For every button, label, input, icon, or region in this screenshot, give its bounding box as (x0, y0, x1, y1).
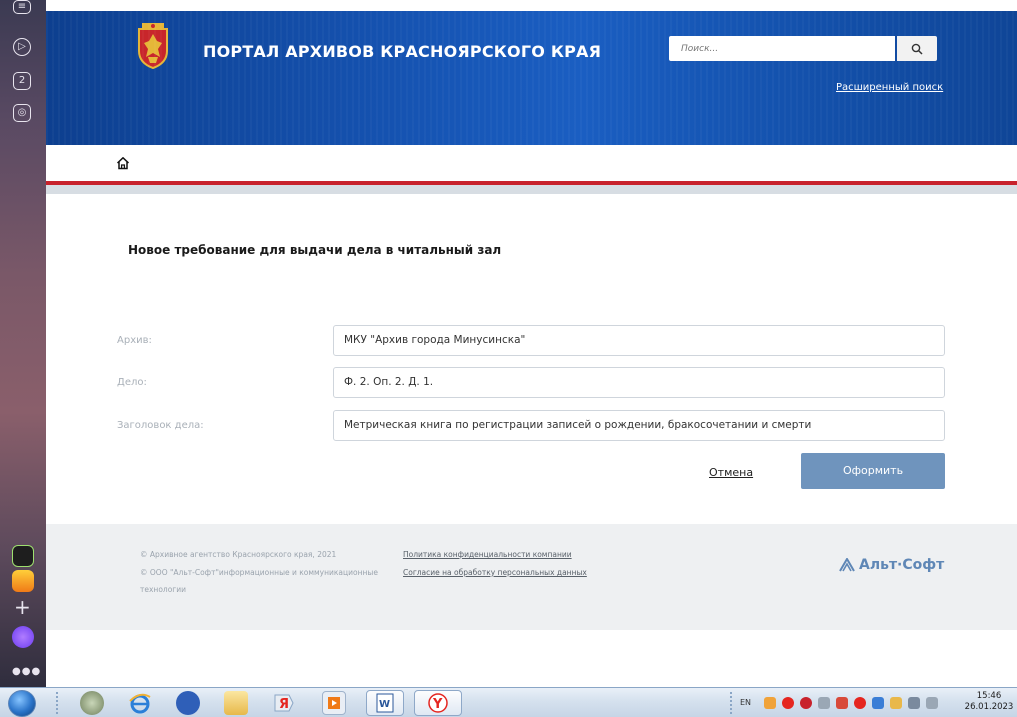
clock-time: 15:46 (976, 691, 1002, 701)
internet-explorer-icon[interactable] (128, 691, 152, 715)
browser-side-rail: ≡ ▷ 2 ◎ + ●●● (0, 0, 46, 687)
portal-title[interactable]: ПОРТАЛ АРХИВОВ КРАСНОЯРСКОГО КРАЯ (203, 42, 601, 61)
svg-text:Y: Y (432, 697, 443, 712)
breadcrumb (46, 145, 1017, 181)
case-title-label: Заголовок дела: (117, 420, 204, 431)
tray-icon-8[interactable] (890, 697, 902, 709)
copyright-altsoft: © ООО "Альт-Софт"информационные и коммун… (140, 568, 378, 577)
app-icon-timer[interactable] (12, 545, 34, 567)
search-box (669, 36, 937, 61)
taskbar: Я W Y EN 15:46 26.01.2023 (0, 687, 1017, 717)
cancel-link[interactable]: Отмена (709, 466, 753, 479)
case-field[interactable]: Ф. 2. Оп. 2. Д. 1. (333, 367, 945, 398)
counter-badge[interactable]: 2 (13, 72, 31, 90)
advanced-search-link[interactable]: Расширенный поиск (836, 82, 943, 93)
submit-button[interactable]: Оформить (801, 453, 945, 489)
altsoft-logo[interactable]: Альт·Софт (839, 557, 944, 573)
counter-badge-number: 2 (18, 75, 26, 86)
search-icon (911, 43, 923, 55)
svg-text:Я: Я (279, 697, 289, 712)
site-header: ПОРТАЛ АРХИВОВ КРАСНОЯРСКОГО КРАЯ Расшир… (46, 11, 1017, 145)
yandex-browser-icon[interactable]: Я (272, 691, 296, 715)
media-player-icon[interactable] (322, 691, 346, 715)
copyright-altsoft-cont: технологии (140, 585, 186, 594)
alice-assistant-icon[interactable] (12, 626, 34, 648)
krasnoyarsk-coat-of-arms-icon[interactable] (136, 23, 170, 69)
clock-date: 26.01.2023 (964, 702, 1014, 712)
search-button[interactable] (897, 36, 937, 61)
yandex-browser-active-icon[interactable]: Y (414, 690, 462, 716)
data-consent-link[interactable]: Согласие на обработку персональных данны… (403, 568, 587, 577)
antivirus-tray-icon[interactable] (800, 697, 812, 709)
copyright-agency: © Архивное агентство Красноярского края,… (140, 550, 337, 559)
tabs-icon[interactable]: ≡ (13, 0, 31, 14)
page: ПОРТАЛ АРХИВОВ КРАСНОЯРСКОГО КРАЯ Расшир… (46, 0, 1017, 687)
tray-icon-5[interactable] (836, 697, 848, 709)
clock[interactable]: 15:46 26.01.2023 (961, 691, 1017, 713)
search-input[interactable] (669, 36, 895, 61)
case-label: Дело: (117, 377, 147, 388)
start-button[interactable] (8, 690, 36, 717)
play-icon[interactable]: ▷ (13, 38, 31, 56)
opera-tray-icon[interactable] (854, 697, 866, 709)
taskbar-separator (56, 692, 58, 714)
file-explorer-icon[interactable] (224, 691, 248, 715)
tray-icon-1[interactable] (764, 697, 776, 709)
altsoft-logo-icon (839, 558, 855, 572)
language-indicator[interactable]: EN (740, 698, 751, 707)
archive-label: Архив: (117, 335, 152, 346)
app-icon-utility[interactable] (80, 691, 104, 715)
form-title: Новое требование для выдачи дела в читал… (128, 243, 502, 257)
tray-separator (730, 692, 732, 714)
privacy-policy-link[interactable]: Политика конфиденциальности компании (403, 550, 572, 559)
network-icon[interactable] (872, 697, 884, 709)
display-icon[interactable] (926, 697, 938, 709)
more-icon[interactable]: ●●● (12, 666, 41, 677)
altsoft-brand-text: Альт·Софт (859, 557, 945, 573)
archive-field[interactable]: МКУ "Архив города Минусинска" (333, 325, 945, 356)
yandex-tray-icon[interactable] (782, 697, 794, 709)
word-icon[interactable]: W (366, 690, 404, 716)
site-footer: © Архивное агентство Красноярского края,… (46, 524, 1017, 630)
header-divider-grey (46, 185, 1017, 194)
volume-icon[interactable] (818, 697, 830, 709)
flag-icon[interactable] (908, 697, 920, 709)
mail-app-icon[interactable] (12, 570, 34, 592)
app-icon-blue[interactable] (176, 691, 200, 715)
screenshot-icon[interactable]: ◎ (13, 104, 31, 122)
case-title-field[interactable]: Метрическая книга по регистрации записей… (333, 410, 945, 441)
svg-text:W: W (379, 699, 390, 710)
add-app-icon[interactable]: + (14, 597, 31, 617)
home-icon[interactable] (116, 156, 130, 170)
